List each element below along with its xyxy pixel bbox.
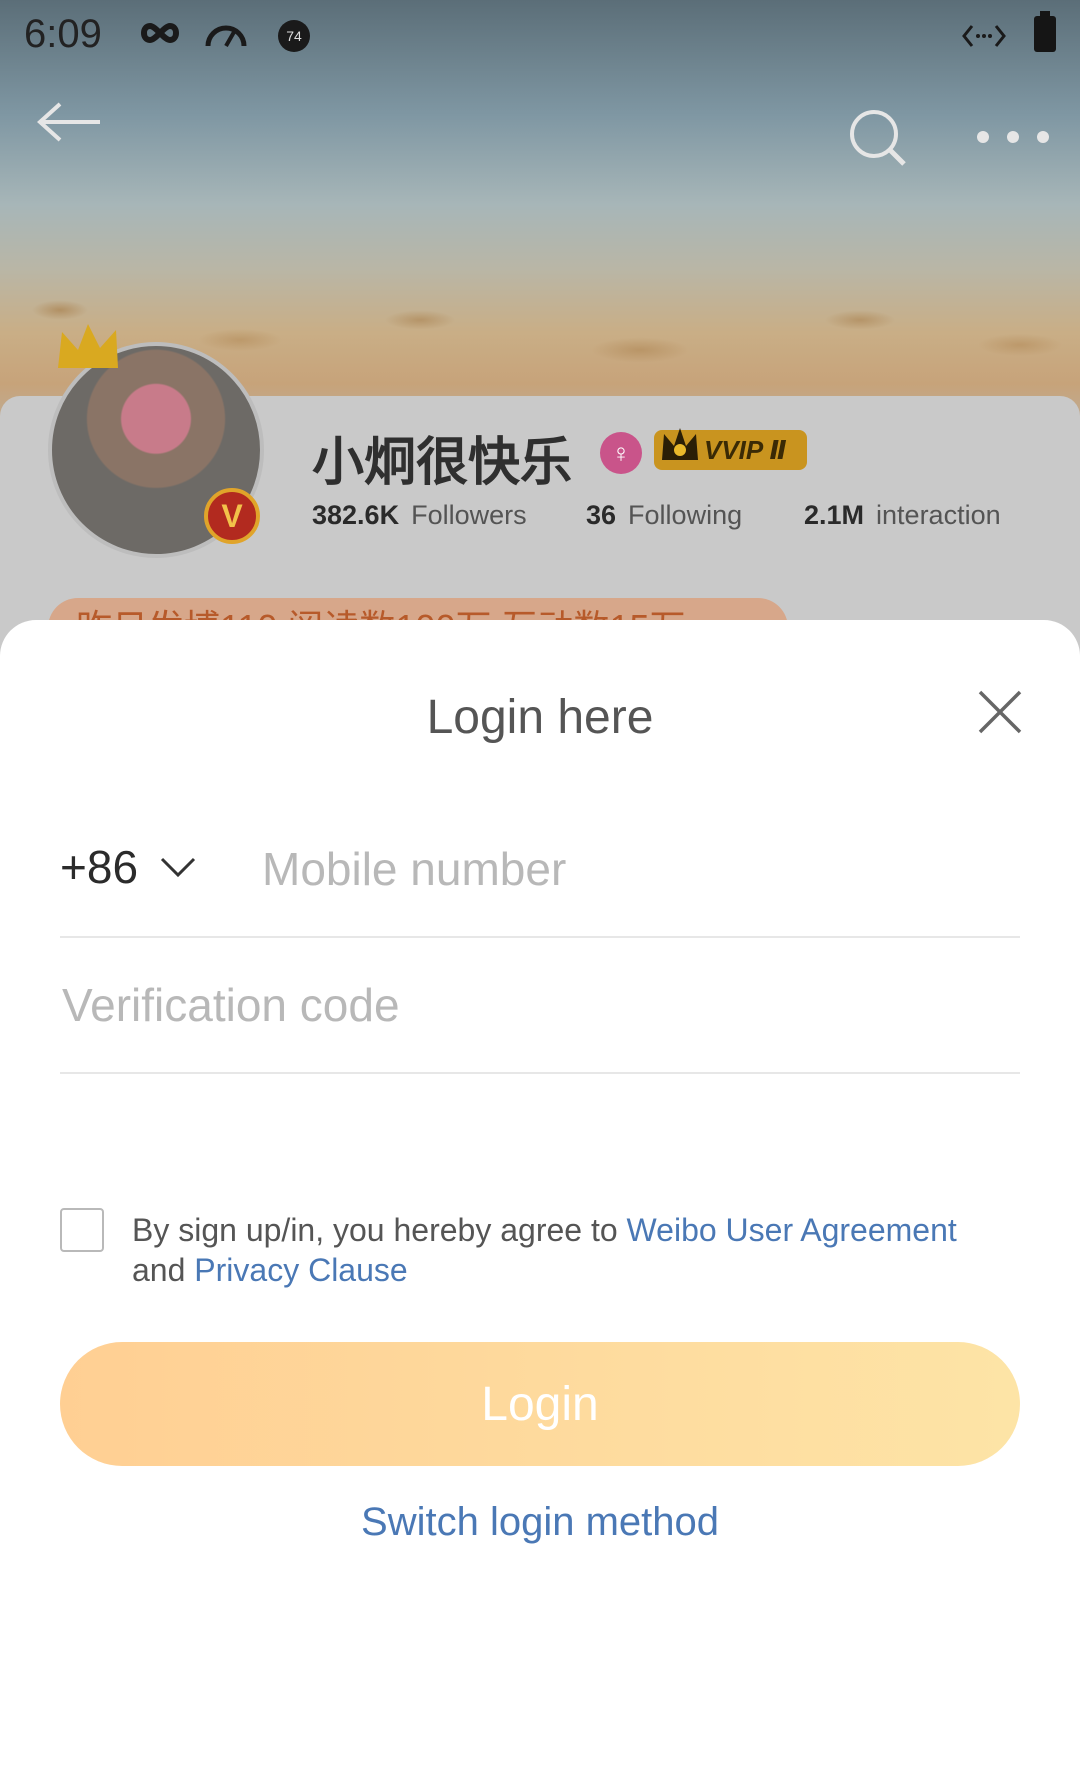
switch-login-method-link[interactable]: Switch login method xyxy=(0,1500,1080,1545)
stat-following[interactable]: 36 Following xyxy=(586,500,742,531)
agreement-and: and xyxy=(132,1252,195,1288)
crown-icon xyxy=(58,324,118,368)
female-icon: ♀ xyxy=(600,432,642,474)
code-row xyxy=(60,938,1020,1074)
chevron-down-icon xyxy=(160,857,196,878)
stat-value: 2.1M xyxy=(804,500,865,530)
infinity-icon xyxy=(141,22,179,44)
stat-interaction[interactable]: 2.1M interaction xyxy=(804,500,1001,531)
status-bar: 6:09 74 xyxy=(0,0,1080,70)
stat-value: 36 xyxy=(586,500,617,530)
vip-crown-icon xyxy=(662,428,698,460)
verification-code-input[interactable] xyxy=(60,972,964,1038)
login-button[interactable]: Login xyxy=(60,1342,1020,1466)
stat-value: 382.6K xyxy=(312,500,400,530)
user-agreement-link[interactable]: Weibo User Agreement xyxy=(627,1212,957,1248)
country-code: +86 xyxy=(60,841,139,893)
stat-label: Followers xyxy=(411,500,527,530)
data-transfer-icon xyxy=(962,25,1006,47)
status-time: 6:09 xyxy=(24,12,102,56)
phone-row: +86 xyxy=(60,802,1020,938)
back-arrow-icon[interactable] xyxy=(36,100,102,144)
agreement-text: By sign up/in, you hereby agree to Weibo… xyxy=(132,1210,1032,1290)
stat-label: interaction xyxy=(876,500,1001,530)
search-icon[interactable] xyxy=(848,108,908,168)
country-code-selector[interactable]: +86 xyxy=(60,840,196,894)
speedometer-icon xyxy=(205,25,247,47)
stat-followers[interactable]: 382.6K Followers xyxy=(312,500,527,531)
agreement-checkbox[interactable] xyxy=(60,1208,104,1252)
vvip-badge[interactable]: VVIP Ⅱ xyxy=(654,428,807,470)
notification-count-icon: 74 xyxy=(278,20,310,52)
battery-icon xyxy=(1034,11,1056,52)
mobile-number-input[interactable] xyxy=(260,836,1004,902)
sheet-title: Login here xyxy=(426,691,654,744)
stat-label: Following xyxy=(628,500,743,530)
agreement-prefix: By sign up/in, you hereby agree to xyxy=(132,1212,627,1248)
verified-v-badge: V xyxy=(204,488,260,544)
vvip-label: VVIP Ⅱ xyxy=(704,435,787,465)
more-options-icon[interactable] xyxy=(976,130,1050,144)
login-sheet: Login here +86 By sign up/in, you hereby… xyxy=(0,620,1080,1776)
profile-name: 小炯很快乐 xyxy=(312,433,573,493)
privacy-clause-link[interactable]: Privacy Clause xyxy=(194,1252,407,1288)
close-icon[interactable] xyxy=(976,688,1024,736)
